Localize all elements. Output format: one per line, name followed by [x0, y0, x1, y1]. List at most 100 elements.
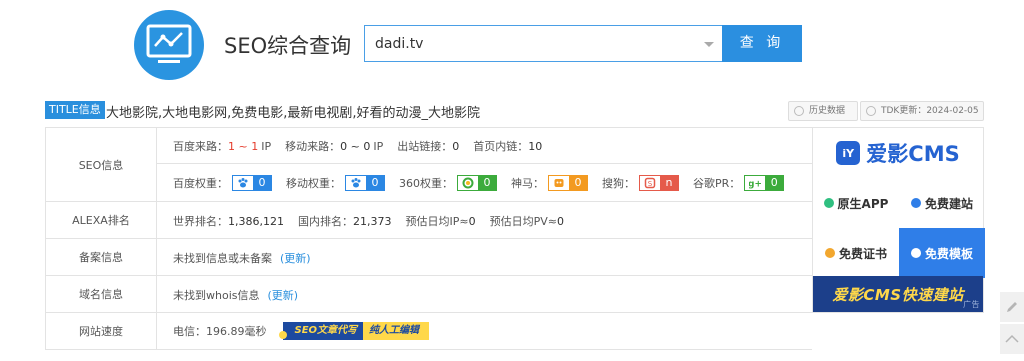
speed-line: 电信：196.89毫秒 SEO文章代写 纯人工编辑	[173, 322, 430, 340]
divider	[157, 163, 812, 164]
app-icon	[823, 198, 834, 208]
edit-tool-button[interactable]	[1000, 292, 1024, 322]
alexa-line: 世界排名： 1,386,121 国内排名： 21,373 预估日均IP≈ 0 预…	[173, 213, 578, 229]
table-row-speed: 网站速度 电信：196.89毫秒 SEO文章代写 纯人工编辑	[45, 313, 812, 350]
chevron-down-icon[interactable]	[704, 42, 714, 47]
seo-line-1: 百度来路： 1 ~ 1 IP 移动来路： 0 ~ 0 IP 出站链接： 0 首页…	[173, 138, 556, 154]
search-button[interactable]: 查 询	[722, 25, 802, 62]
sogou-badge[interactable]: S n	[639, 175, 679, 191]
baidu-source-label: 百度来路：	[173, 140, 228, 153]
whois-update-link[interactable]: (更新)	[268, 287, 299, 303]
so360-icon	[458, 176, 478, 190]
aiying-logo-icon: iY	[836, 141, 861, 165]
shenma-value: 0	[569, 176, 587, 190]
domestic-rank-label: 国内排名：	[297, 215, 353, 228]
row-label-seo: SEO信息	[45, 128, 157, 201]
ad-banner-text: 爱影CMS快速建站	[832, 285, 964, 304]
shenma-badge[interactable]: 0	[548, 175, 588, 191]
internal-label: 首页内链：	[473, 140, 529, 153]
svg-text:S: S	[648, 180, 653, 188]
table-row-domain: 域名信息 未找到whois信息 (更新)	[45, 276, 812, 313]
mobile-weight-value: 0	[366, 176, 384, 190]
search-input[interactable]	[365, 26, 695, 61]
site-logo[interactable]	[134, 10, 204, 80]
baidu-source-unit: IP	[261, 139, 272, 153]
weight360-label: 360权重：	[399, 177, 453, 190]
title-badge: TITLE信息	[45, 101, 105, 119]
shenma-icon	[549, 176, 569, 190]
beian-text: 未找到信息或未备案	[173, 252, 272, 265]
seo-writing-promo[interactable]: SEO文章代写 纯人工编辑	[278, 322, 430, 340]
ad-native-app-label: 原生APP	[837, 196, 889, 211]
row-label-speed: 网站速度	[45, 313, 157, 349]
baidu-weight-badge[interactable]: 0	[232, 175, 272, 191]
baidu-weight-value: 0	[253, 176, 271, 190]
ad-banner[interactable]: 爱影CMS快速建站 广告	[813, 276, 983, 312]
domain-line: 未找到whois信息 (更新)	[173, 287, 298, 303]
cloud-icon	[910, 248, 921, 258]
certificate-icon	[824, 248, 835, 258]
alexa-cell: 世界排名： 1,386,121 国内排名： 21,373 预估日均IP≈ 0 预…	[157, 202, 812, 238]
est-ip-label: 预估日均IP≈	[405, 215, 469, 228]
ad-logo[interactable]: iY 爱影CMS	[813, 128, 983, 178]
domain-cell: 未找到whois信息 (更新)	[157, 276, 812, 312]
weight360-value: 0	[478, 176, 496, 190]
ad-free-site[interactable]: 免费建站	[899, 178, 985, 228]
outbound-value: 0	[452, 139, 460, 153]
promo-dot-icon	[278, 331, 287, 339]
table-row-beian: 备案信息 未找到信息或未备案 (更新)	[45, 239, 812, 276]
chart-monitor-icon	[146, 24, 192, 63]
ad-free-template[interactable]: 免费模板	[899, 228, 985, 278]
pencil-icon	[1007, 302, 1017, 312]
globe-icon	[910, 198, 921, 208]
beian-line: 未找到信息或未备案 (更新)	[173, 250, 311, 266]
history-data-button[interactable]: 历史数据	[788, 101, 858, 121]
shenma-label: 神马：	[511, 177, 544, 190]
mobile-weight-badge[interactable]: 0	[345, 175, 385, 191]
table-row-alexa: ALEXA排名 世界排名： 1,386,121 国内排名： 21,373 预估日…	[45, 202, 812, 239]
paw-icon	[346, 176, 366, 190]
mobile-weight-label: 移动权重：	[286, 177, 341, 190]
ad-free-template-label: 免费模板	[924, 246, 973, 261]
history-icon	[794, 106, 804, 116]
ad-native-app[interactable]: 原生APP	[813, 178, 899, 228]
sogou-value: n	[660, 176, 678, 190]
ad-free-site-label: 免费建站	[924, 196, 973, 211]
whois-text: 未找到whois信息	[173, 289, 260, 302]
mobile-source-label: 移动来路：	[285, 140, 341, 153]
google-pr-badge[interactable]: g+ 0	[744, 175, 785, 191]
ad-tag: 广告	[963, 300, 980, 309]
google-pr-value: 0	[765, 176, 784, 190]
domestic-rank-value: 21,373	[352, 214, 392, 228]
back-to-top-button[interactable]	[1000, 324, 1024, 354]
beian-update-link[interactable]: (更新)	[280, 250, 311, 266]
internal-value: 10	[528, 139, 543, 153]
page-title: SEO综合查询	[224, 34, 352, 58]
ad-free-cert-label: 免费证书	[838, 246, 887, 261]
ad-free-cert[interactable]: 免费证书	[813, 228, 899, 278]
row-label-domain: 域名信息	[45, 276, 157, 312]
est-pv-value: 0	[556, 214, 564, 228]
baidu-source-value: 1 ~ 1	[228, 139, 259, 153]
search-box	[364, 25, 722, 62]
promo-text-a: SEO文章代写	[282, 322, 364, 340]
speed-cell: 电信：196.89毫秒 SEO文章代写 纯人工编辑	[157, 313, 812, 349]
sogou-icon: S	[640, 176, 660, 190]
beian-cell: 未找到信息或未备案 (更新)	[157, 239, 812, 275]
weight360-badge[interactable]: 0	[457, 175, 497, 191]
seo-cell: 百度来路： 1 ~ 1 IP 移动来路： 0 ~ 0 IP 出站链接： 0 首页…	[157, 128, 812, 201]
ad-panel[interactable]: iY 爱影CMS 原生APP 免费建站 免费证书 免费模板 爱影CMS快速建站 …	[812, 127, 985, 313]
ad-logo-text: 爱影CMS	[866, 142, 960, 166]
row-label-beian: 备案信息	[45, 239, 157, 275]
sogou-label: 搜狗：	[602, 177, 635, 190]
world-rank-value: 1,386,121	[228, 214, 284, 228]
seo-line-2: 百度权重： 0 移动权重： 0 360权重： 0 神马： 0 搜狗： S n 谷…	[173, 175, 798, 191]
tdk-update-button[interactable]: TDK更新：2024-02-05	[860, 101, 984, 121]
est-pv-label: 预估日均PV≈	[489, 215, 557, 228]
tdk-update-label: TDK更新：2024-02-05	[881, 106, 979, 116]
world-rank-label: 世界排名：	[173, 215, 228, 228]
est-ip-value: 0	[468, 214, 476, 228]
paw-icon	[233, 176, 253, 190]
table-row-seo: SEO信息 百度来路： 1 ~ 1 IP 移动来路： 0 ~ 0 IP 出站链接…	[45, 128, 812, 202]
row-label-alexa: ALEXA排名	[45, 202, 157, 238]
